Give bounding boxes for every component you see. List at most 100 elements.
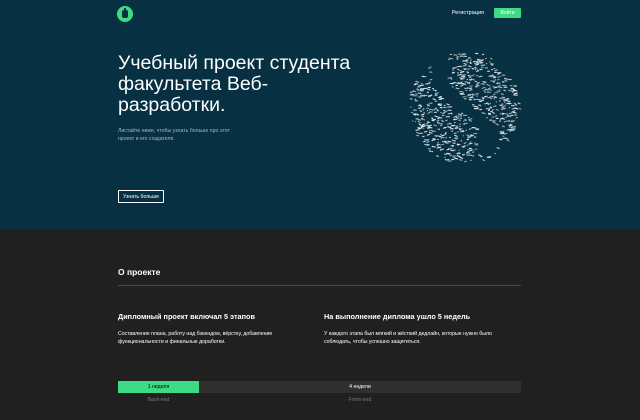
globe-glyph bbox=[501, 103, 504, 105]
globe-glyph bbox=[501, 84, 507, 87]
globe-glyph bbox=[412, 90, 417, 93]
globe-glyph bbox=[452, 155, 457, 157]
globe-glyph bbox=[495, 117, 499, 120]
globe-glyph bbox=[500, 93, 504, 95]
globe-glyph bbox=[426, 91, 429, 93]
globe-glyph bbox=[432, 87, 434, 90]
globe-glyph bbox=[491, 120, 496, 122]
globe-glyph bbox=[505, 113, 509, 115]
stages-text: Составление плана, работу над бэкендом, … bbox=[118, 331, 273, 345]
globe-glyph bbox=[485, 67, 489, 69]
globe-glyph bbox=[468, 98, 472, 101]
globe-glyph bbox=[450, 124, 455, 127]
globe-glyph bbox=[466, 78, 469, 81]
globe-glyph bbox=[498, 84, 501, 87]
globe-glyph bbox=[481, 112, 486, 115]
globe-glyph bbox=[461, 112, 464, 115]
globe-glyph bbox=[486, 83, 491, 87]
globe-glyph bbox=[497, 71, 502, 74]
globe-glyph bbox=[514, 94, 518, 96]
globe-glyph bbox=[457, 131, 459, 133]
globe-glyph bbox=[457, 68, 460, 71]
globe-glyph bbox=[501, 74, 506, 76]
globe-glyph bbox=[473, 98, 477, 101]
android-logo-icon[interactable] bbox=[117, 6, 133, 22]
globe-glyph bbox=[467, 94, 470, 97]
globe-glyph bbox=[468, 152, 471, 154]
globe-glyph bbox=[440, 137, 443, 139]
globe-glyph bbox=[450, 78, 453, 81]
globe-glyph bbox=[456, 55, 460, 58]
about-title: О проекте bbox=[118, 267, 161, 277]
globe-glyph bbox=[444, 132, 447, 134]
globe-glyph bbox=[427, 113, 429, 115]
globe-glyph bbox=[449, 148, 453, 150]
globe-glyph bbox=[427, 139, 430, 141]
globe-glyph bbox=[462, 64, 467, 67]
globe-glyph bbox=[513, 102, 517, 105]
globe-glyph bbox=[482, 81, 487, 83]
globe-glyph bbox=[511, 104, 515, 107]
globe-glyph bbox=[440, 124, 442, 127]
globe-glyph bbox=[475, 52, 479, 55]
globe-glyph bbox=[469, 88, 473, 92]
globe-glyph bbox=[434, 107, 437, 109]
globe-glyph bbox=[466, 138, 470, 141]
globe-glyph bbox=[409, 106, 412, 108]
globe-glyph bbox=[417, 120, 420, 123]
globe-glyph bbox=[436, 143, 441, 146]
globe-glyph bbox=[438, 135, 442, 138]
text-globe-graphic bbox=[409, 52, 522, 163]
globe-glyph bbox=[457, 115, 463, 117]
stages-block: Дипломный проект включал 5 этапов Состав… bbox=[118, 312, 308, 346]
globe-glyph bbox=[501, 125, 505, 128]
globe-glyph bbox=[413, 109, 417, 111]
globe-glyph bbox=[434, 111, 437, 114]
globe-glyph bbox=[503, 89, 507, 92]
globe-glyph bbox=[447, 58, 450, 61]
globe-glyph bbox=[460, 55, 463, 57]
about-divider bbox=[118, 285, 521, 286]
globe-glyph bbox=[481, 96, 485, 99]
globe-glyph bbox=[426, 109, 429, 112]
globe-glyph bbox=[415, 93, 418, 95]
globe-glyph bbox=[419, 110, 423, 113]
globe-glyph bbox=[441, 112, 445, 115]
login-button[interactable]: Войти bbox=[494, 8, 521, 18]
globe-glyph bbox=[425, 123, 429, 125]
globe-glyph bbox=[456, 57, 459, 59]
learn-more-button[interactable]: Узнать больше bbox=[118, 190, 164, 203]
globe-glyph bbox=[494, 152, 496, 155]
globe-glyph bbox=[473, 136, 477, 138]
globe-glyph bbox=[492, 111, 495, 114]
globe-glyph bbox=[501, 118, 506, 120]
globe-glyph bbox=[472, 93, 474, 95]
globe-glyph bbox=[493, 105, 497, 108]
globe-glyph bbox=[467, 74, 471, 77]
globe-glyph bbox=[413, 83, 417, 86]
globe-glyph bbox=[445, 119, 448, 122]
globe-glyph bbox=[436, 119, 440, 122]
globe-glyph bbox=[475, 75, 479, 77]
globe-glyph bbox=[429, 108, 432, 111]
globe-glyph bbox=[433, 109, 436, 111]
globe-glyph bbox=[494, 69, 498, 72]
globe-glyph bbox=[517, 102, 521, 105]
globe-glyph bbox=[504, 77, 508, 80]
globe-glyph bbox=[458, 125, 461, 128]
globe-glyph bbox=[459, 156, 464, 159]
globe-glyph bbox=[452, 69, 455, 71]
globe-glyph bbox=[496, 147, 499, 149]
globe-glyph bbox=[414, 98, 417, 101]
globe-glyph bbox=[440, 143, 445, 146]
globe-glyph bbox=[490, 57, 493, 60]
globe-glyph bbox=[448, 136, 451, 139]
globe-glyph bbox=[438, 98, 442, 100]
globe-glyph bbox=[426, 104, 430, 107]
globe-glyph bbox=[441, 114, 445, 117]
globe-glyph bbox=[417, 92, 422, 95]
globe-glyph bbox=[476, 142, 479, 145]
globe-glyph bbox=[507, 89, 512, 92]
register-link[interactable]: Регистрация bbox=[452, 10, 484, 16]
globe-glyph bbox=[471, 104, 475, 106]
